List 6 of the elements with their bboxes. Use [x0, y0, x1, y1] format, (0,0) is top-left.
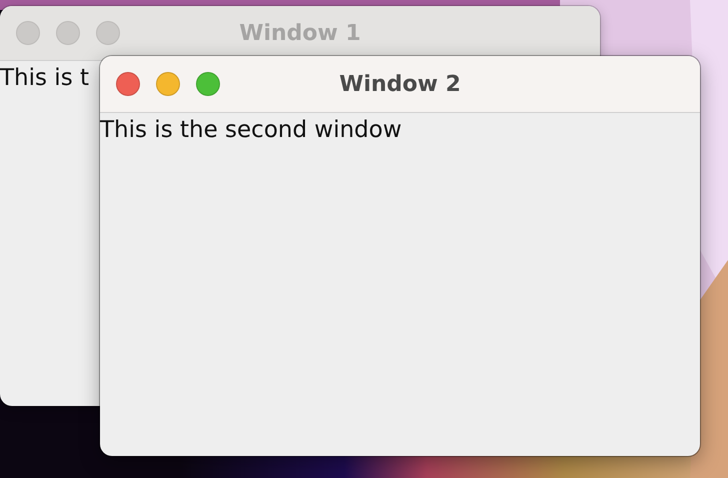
- window-title: Window 2: [339, 72, 461, 96]
- minimize-button[interactable]: [56, 21, 80, 45]
- window-text: This is t: [0, 65, 90, 91]
- window-text: This is the second window: [100, 117, 402, 143]
- window-title: Window 1: [239, 20, 361, 46]
- zoom-button[interactable]: [96, 21, 120, 45]
